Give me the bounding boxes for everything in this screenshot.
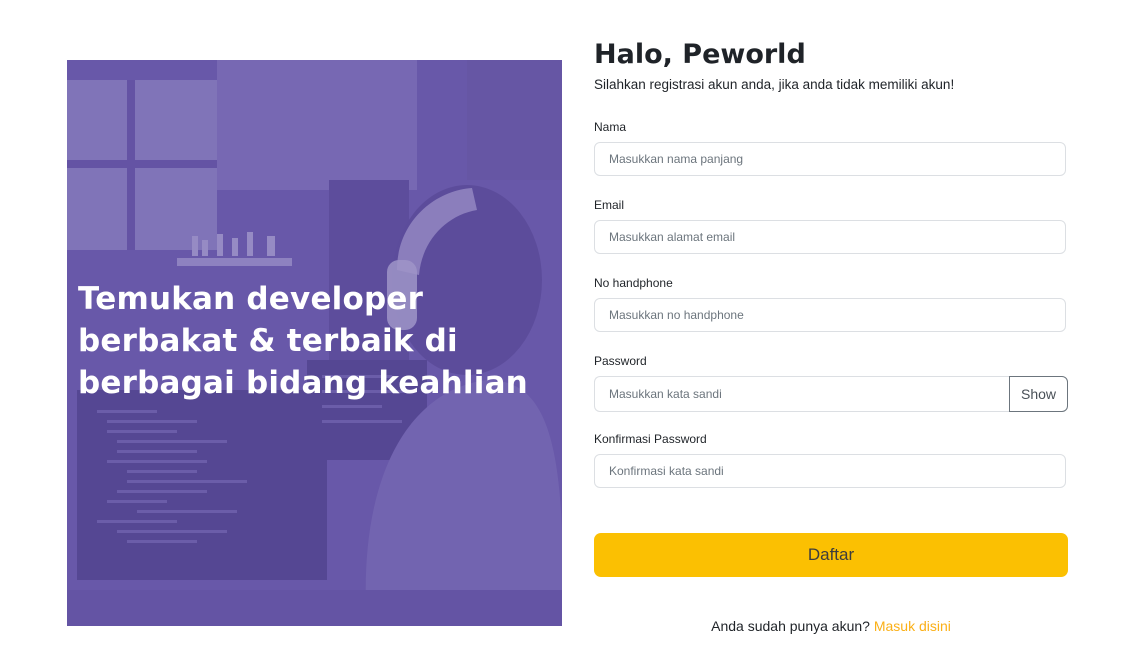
page-subtitle: Silahkan registrasi akun anda, jika anda…	[594, 77, 955, 92]
hero-tagline-line-1: Temukan developer	[78, 281, 424, 317]
hero-tagline-line-2: berbakat & terbaik di	[78, 323, 458, 359]
password-label: Password	[594, 354, 647, 368]
login-prompt-text: Anda sudah punya akun?	[711, 618, 870, 634]
phone-label: No handphone	[594, 276, 673, 290]
register-form: Halo, Peworld Silahkan registrasi akun a…	[594, 38, 1068, 634]
password-input-group: Show	[594, 376, 1068, 412]
register-button[interactable]: Daftar	[594, 533, 1068, 577]
login-link[interactable]: Masuk disini	[874, 618, 951, 634]
register-page: Temukan developer berbakat & terbaik di be…	[0, 0, 1131, 670]
hero-tagline-line-3: berbagai bidang keahlian	[78, 365, 528, 401]
confirm-password-input[interactable]	[594, 454, 1066, 488]
hero-panel: Temukan developer berbakat & terbaik di be…	[67, 60, 562, 626]
page-title: Halo, Peworld	[594, 39, 806, 70]
confirm-password-label: Konfirmasi Password	[594, 432, 707, 446]
email-label: Email	[594, 198, 625, 212]
login-prompt-line: Anda sudah punya akun? Masuk disini	[594, 618, 1068, 634]
email-input[interactable]	[594, 220, 1066, 254]
phone-input[interactable]	[594, 298, 1066, 332]
name-label: Nama	[594, 120, 627, 134]
hero-tagline: Temukan developer berbakat & terbaik di be…	[78, 278, 548, 404]
show-password-button[interactable]: Show	[1009, 376, 1068, 412]
password-input[interactable]	[594, 376, 1009, 412]
name-input[interactable]	[594, 142, 1066, 176]
